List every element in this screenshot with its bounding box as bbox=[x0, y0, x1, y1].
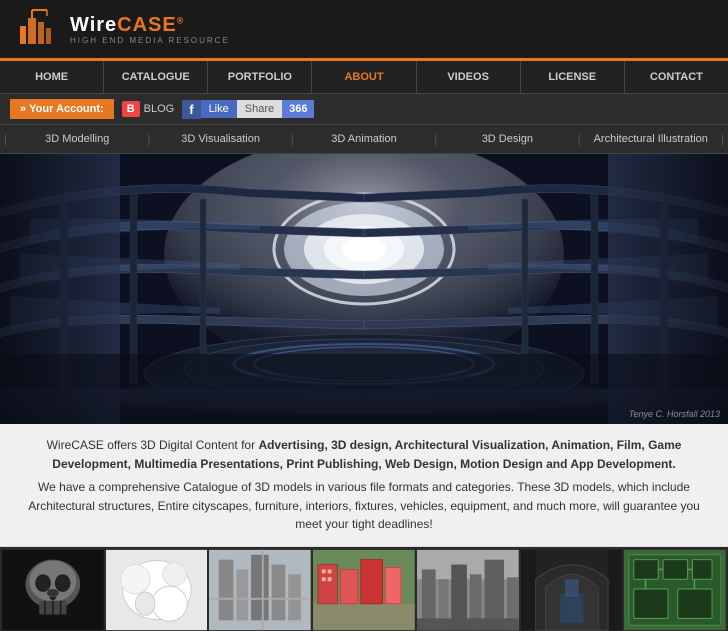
thumb-circuit-board[interactable] bbox=[624, 549, 726, 631]
nav-item-catalogue[interactable]: CATALOGUE bbox=[104, 61, 208, 93]
nav-item-about[interactable]: ABOUT bbox=[312, 61, 416, 93]
logo-icon bbox=[12, 8, 62, 50]
main-nav: HOME CATALOGUE PORTFOLIO ABOUT VIDEOS LI… bbox=[0, 61, 728, 94]
description-line1: WireCASE offers 3D Digital Content for A… bbox=[18, 436, 710, 473]
cat-item-3d-visualisation[interactable]: 3D Visualisation bbox=[155, 133, 287, 145]
thumb-urban[interactable] bbox=[417, 549, 519, 631]
categories-bar: | 3D Modelling | 3D Visualisation | 3D A… bbox=[0, 125, 728, 154]
thumb-red-buildings[interactable] bbox=[313, 549, 415, 631]
thumb-dark-arch[interactable] bbox=[521, 549, 623, 631]
like-count-badge: 366 bbox=[282, 100, 314, 118]
header: WireCASE® HIGH END MEDIA RESOURCE bbox=[0, 0, 728, 61]
logo-main: WireCASE® bbox=[70, 14, 230, 36]
fb-f-icon: f bbox=[182, 100, 200, 119]
facebook-like-area: f Like Share 366 bbox=[182, 100, 314, 119]
blog-label: BLOG bbox=[144, 103, 175, 115]
cat-sep-1: | bbox=[143, 132, 154, 146]
nav-item-videos[interactable]: VIDEOS bbox=[417, 61, 521, 93]
hero-image: Tenye C. Horsfall 2013 bbox=[0, 154, 728, 424]
cat-item-3d-animation[interactable]: 3D Animation bbox=[298, 133, 430, 145]
cat-item-3d-design[interactable]: 3D Design bbox=[441, 133, 573, 145]
your-account-button[interactable]: » Your Account: bbox=[10, 99, 114, 119]
nav-item-license[interactable]: LICENSE bbox=[521, 61, 625, 93]
description-section: WireCASE offers 3D Digital Content for A… bbox=[0, 424, 728, 547]
cat-sep-2: | bbox=[287, 132, 298, 146]
account-label: Your Account: bbox=[29, 103, 104, 115]
nav-item-contact[interactable]: CONTACT bbox=[625, 61, 728, 93]
cat-item-arch-illustration[interactable]: Architectural Illustration bbox=[585, 133, 717, 145]
blogger-icon: B bbox=[122, 101, 140, 117]
thumb-organic[interactable] bbox=[106, 549, 208, 631]
nav-item-portfolio[interactable]: PORTFOLIO bbox=[208, 61, 312, 93]
hero-credit: Tenye C. Horsfall 2013 bbox=[629, 409, 720, 419]
share-button[interactable]: Share bbox=[237, 100, 282, 118]
logo-text: WireCASE® HIGH END MEDIA RESOURCE bbox=[70, 14, 230, 45]
description-line2: We have a comprehensive Catalogue of 3D … bbox=[18, 478, 710, 534]
thumb-skull[interactable] bbox=[2, 549, 104, 631]
cat-sep-4: | bbox=[574, 132, 585, 146]
cat-sep-3: | bbox=[430, 132, 441, 146]
description-pre: WireCASE offers 3D Digital Content for bbox=[47, 438, 259, 452]
blog-button[interactable]: B BLOG bbox=[122, 101, 175, 117]
like-button[interactable]: Like bbox=[201, 100, 237, 118]
thumbnails-row bbox=[0, 547, 728, 631]
cat-item-3d-modelling[interactable]: 3D Modelling bbox=[11, 133, 143, 145]
cat-sep-0: | bbox=[0, 132, 11, 146]
arrow-icon: » bbox=[20, 103, 26, 115]
cat-sep-5: | bbox=[717, 132, 728, 146]
nav-item-home[interactable]: HOME bbox=[0, 61, 104, 93]
thumb-city-aerial[interactable] bbox=[209, 549, 311, 631]
toolbar: » Your Account: B BLOG f Like Share 366 bbox=[0, 94, 728, 125]
logo-sub: HIGH END MEDIA RESOURCE bbox=[70, 36, 230, 45]
